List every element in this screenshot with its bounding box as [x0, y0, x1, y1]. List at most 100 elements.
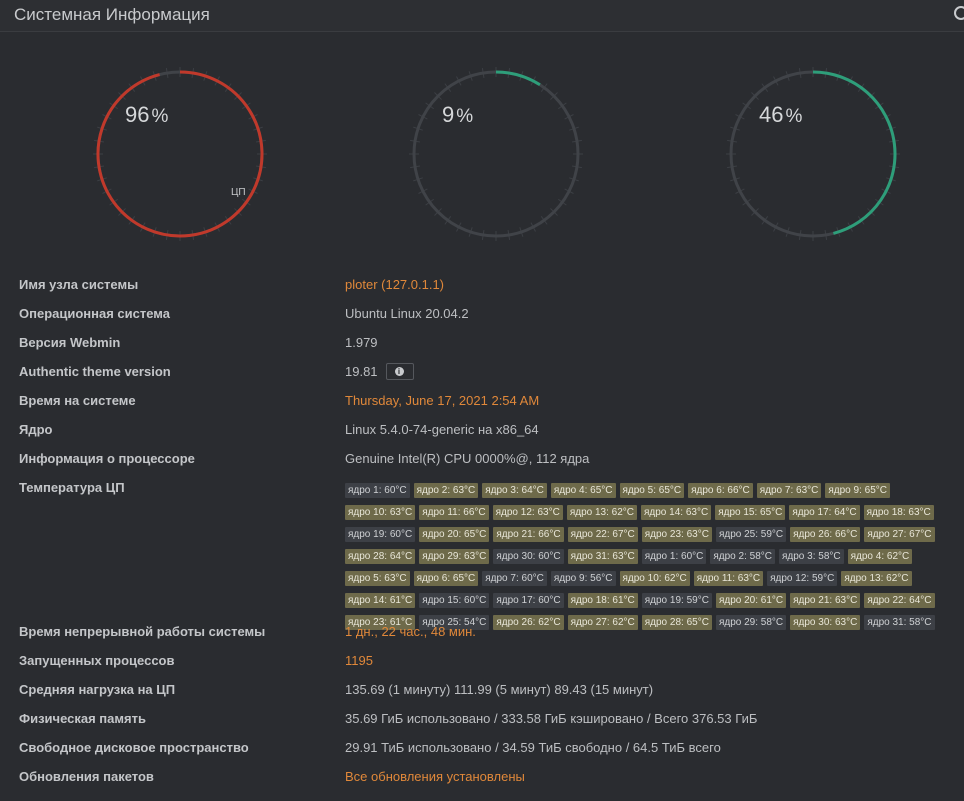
- info-row-theme: Authentic theme version 19.81 i: [0, 357, 964, 386]
- cpu-temp-badge: ядро 22: 64°C: [864, 593, 935, 608]
- cpu-temp-badge: ядро 3: 58°C: [779, 549, 844, 564]
- cpu-temp-badge: ядро 31: 63°C: [567, 549, 638, 564]
- cpu-gauge-percent: 96%: [125, 102, 169, 127]
- info-row-kernel: Ядро Linux 5.4.0-74-generic на x86_64: [0, 415, 964, 444]
- cpu-temp-badge: ядро 25: 59°C: [715, 527, 787, 542]
- cpu-temp-badge: ядро 21: 66°C: [493, 527, 564, 542]
- cpu-temp-badge: ядро 2: 58°C: [710, 549, 775, 564]
- info-value: Ubuntu Linux 20.04.2: [345, 306, 469, 321]
- cpu-temp-badge: ядро 23: 63°C: [641, 527, 712, 542]
- info-row-procs: Запущенных процессов 1195: [0, 646, 964, 675]
- info-label: Версия Webmin: [19, 335, 121, 350]
- system-time-link[interactable]: Thursday, June 17, 2021 2:54 AM: [345, 393, 539, 408]
- cpu-temp-badge: ядро 11: 66°C: [419, 505, 489, 520]
- uptime-link[interactable]: 1 дн., 22 час., 48 мин.: [345, 624, 476, 639]
- info-value: 135.69 (1 минуту) 111.99 (5 минут) 89.43…: [345, 682, 654, 697]
- gauge-value-arc: [96, 70, 264, 238]
- info-label: Свободное дисковое пространство: [19, 740, 249, 755]
- cpu-temp-badge: ядро 13: 62°C: [841, 571, 912, 586]
- info-row-cpuinfo: Информация о процессоре Genuine Intel(R)…: [0, 444, 964, 473]
- cpu-gauge: 96% ЦП: [92, 66, 268, 242]
- cpu-temp-badge: ядро 1: 60°C: [345, 483, 410, 498]
- info-label: Обновления пакетов: [19, 769, 154, 784]
- info-label: Запущенных процессов: [19, 653, 175, 668]
- info-value: 29.91 ТиБ использовано / 34.59 ТиБ свобо…: [345, 740, 721, 755]
- cpu-temp-badge: ядро 18: 63°C: [863, 505, 934, 520]
- info-row-load: Средняя нагрузка на ЦП 135.69 (1 минуту)…: [0, 675, 964, 704]
- info-value: Linux 5.4.0-74-generic на x86_64: [345, 422, 539, 437]
- cpu-temperature-list: ядро 1: 60°C ядро 2: 63°C ядро 3: 64°C ядро…: [345, 480, 964, 634]
- cpu-temp-badge: ядро 19: 60°C: [345, 527, 416, 542]
- info-label: Время непрерывной работы системы: [19, 624, 266, 639]
- gauge-value-arc: [495, 70, 541, 87]
- cpu-temp-badge: ядро 13: 62°C: [566, 505, 637, 520]
- info-row-updates: Обновления пакетов Все обновления устано…: [0, 762, 964, 791]
- info-label: Температура ЦП: [19, 480, 125, 495]
- cpu-temp-badge: ядро 2: 63°C: [413, 483, 479, 498]
- cpu-temp-badge: ядро 21: 63°C: [790, 593, 861, 608]
- cpu-temp-badge: ядро 4: 65°C: [550, 483, 616, 498]
- cpu-temp-badge: ядро 12: 59°C: [767, 571, 838, 586]
- info-row-hostname: Имя узла системы ploter (127.0.1.1): [0, 270, 964, 299]
- disk-gauge-percent: 46%: [759, 102, 803, 127]
- info-label: Имя узла системы: [19, 277, 139, 292]
- disk-gauge-ring: [726, 67, 900, 241]
- cpu-temp-badge: ядро 14: 63°C: [641, 505, 712, 520]
- info-row-os: Операционная система Ubuntu Linux 20.04.…: [0, 299, 964, 328]
- cpu-temp-badge: ядро 27: 67°C: [864, 527, 935, 542]
- disk-gauge: 46%: [725, 66, 901, 242]
- cpu-temp-badge: ядро 7: 63°C: [756, 483, 822, 498]
- theme-version: 19.81 i: [345, 363, 414, 381]
- cpu-temp-badge: ядро 15: 60°C: [419, 593, 490, 608]
- info-label: Средняя нагрузка на ЦП: [19, 682, 176, 697]
- cpu-temp-badge: ядро 17: 64°C: [789, 505, 860, 520]
- info-label: Информация о процессоре: [19, 451, 195, 466]
- memory-gauge-percent: 9%: [442, 102, 474, 127]
- cpu-temp-badge: ядро 7: 60°C: [482, 571, 547, 586]
- cpu-temp-badge: ядро 15: 65°C: [715, 505, 786, 520]
- info-row-uptime: Время непрерывной работы системы 1 дн., …: [0, 617, 964, 646]
- system-info-table: Имя узла системы ploter (127.0.1.1) Опер…: [0, 270, 964, 791]
- cpu-temp-badge: ядро 1: 60°C: [641, 549, 707, 564]
- info-value: 35.69 ГиБ использовано / 333.58 ГиБ кэши…: [345, 711, 758, 726]
- info-label: Физическая память: [19, 711, 146, 726]
- memory-gauge-ring: [409, 67, 583, 241]
- cpu-temp-badge: ядро 10: 62°C: [619, 571, 690, 586]
- cpu-temp-badge: ядро 5: 63°C: [345, 571, 410, 586]
- info-label: Операционная система: [19, 306, 170, 321]
- cpu-temp-badge: ядро 18: 61°C: [567, 593, 638, 608]
- info-label: Время на системе: [19, 393, 136, 408]
- cpu-temp-badge: ядро 9: 56°C: [550, 571, 616, 586]
- cpu-temp-badge: ядро 14: 61°C: [345, 593, 416, 608]
- theme-info-button[interactable]: i: [385, 363, 414, 381]
- cpu-temp-badge: ядро 4: 62°C: [847, 549, 913, 564]
- cpu-temp-badge: ядро 26: 66°C: [790, 527, 861, 542]
- cpu-temp-badge: ядро 3: 64°C: [482, 483, 547, 498]
- header-bar: Системная Информация: [0, 0, 964, 32]
- cpu-temp-badge: ядро 30: 60°C: [493, 549, 564, 564]
- memory-gauge: 9%: [408, 66, 584, 242]
- info-value: 19.81: [345, 364, 378, 379]
- cpu-temp-badge: ядро 22: 67°C: [567, 527, 638, 542]
- cpu-gauge-label: ЦП: [231, 187, 246, 198]
- cpu-temp-badge: ядро 28: 64°C: [345, 549, 416, 564]
- cpu-temp-badge: ядро 10: 63°C: [345, 505, 416, 520]
- info-icon: i: [394, 367, 404, 377]
- cpu-temp-badge: ядро 6: 65°C: [413, 571, 479, 586]
- info-row-memory: Физическая память 35.69 ГиБ использовано…: [0, 704, 964, 733]
- info-value: Genuine Intel(R) CPU 0000%@, 112 ядра: [345, 451, 590, 466]
- cpu-temp-badge: ядро 9: 65°C: [825, 483, 890, 498]
- processes-link[interactable]: 1195: [345, 653, 373, 668]
- cpu-temp-badge: ядро 19: 59°C: [641, 593, 712, 608]
- hostname-link[interactable]: ploter (127.0.1.1): [345, 277, 444, 292]
- cpu-temp-badge: ядро 29: 63°C: [419, 549, 490, 564]
- cpu-temp-badge: ядро 20: 61°C: [715, 593, 787, 608]
- cpu-temp-badge: ядро 12: 63°C: [492, 505, 563, 520]
- updates-link[interactable]: Все обновления установлены: [345, 769, 525, 784]
- refresh-icon[interactable]: [954, 6, 964, 20]
- info-label: Ядро: [19, 422, 53, 437]
- info-row-webmin: Версия Webmin 1.979: [0, 328, 964, 357]
- cpu-temp-badge: ядро 20: 65°C: [419, 527, 490, 542]
- cpu-gauge-ring: [93, 67, 267, 241]
- cpu-temp-badge: ядро 11: 63°C: [693, 571, 764, 586]
